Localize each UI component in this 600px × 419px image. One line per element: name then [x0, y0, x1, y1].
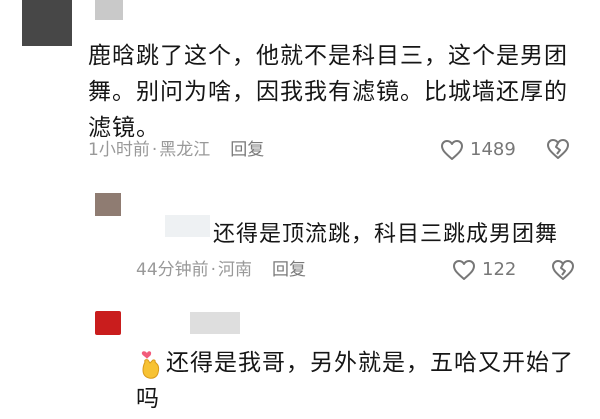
commenter-name-redacted[interactable]	[165, 215, 210, 237]
comment-time: 44分钟前	[136, 260, 209, 280]
comment-text: 鹿晗跳了这个，他就不是科目三，这个是男团舞。别问为啥，因我我有滤镜。比城墙还厚的…	[88, 43, 568, 141]
commenter-avatar[interactable]	[95, 311, 121, 335]
reply-button[interactable]: 回复	[230, 140, 264, 160]
commenter-name-redacted[interactable]	[95, 0, 123, 20]
like-button[interactable]: 122	[452, 258, 516, 282]
like-count: 122	[482, 259, 517, 280]
dislike-button[interactable]	[545, 137, 571, 161]
comment-text: 还得是顶流跳，科目三跳成男团舞	[213, 222, 559, 247]
like-count: 1489	[470, 139, 516, 160]
broken-heart-icon	[547, 139, 569, 159]
heart-outline-icon	[441, 140, 463, 160]
heart-outline-icon	[453, 260, 475, 280]
commenter-avatar[interactable]	[22, 0, 72, 46]
broken-heart-icon	[552, 260, 574, 280]
finger-heart-emoji-icon	[141, 351, 160, 379]
commenter-name-redacted[interactable]	[190, 312, 240, 334]
comment-time: 1小时前	[88, 140, 150, 160]
comment-meta: 1小时前 · 黑龙江 回复	[88, 140, 265, 160]
comment-text-continued: 吗	[136, 386, 160, 412]
commenter-avatar[interactable]	[95, 193, 121, 216]
dislike-button[interactable]	[550, 258, 576, 282]
reply-button[interactable]: 回复	[272, 260, 306, 280]
comment-location: 河南	[218, 260, 253, 280]
comment-meta: 44分钟前 · 河南 回复	[136, 260, 307, 280]
like-button[interactable]: 1489	[440, 138, 516, 162]
comment-location: 黑龙江	[159, 140, 211, 160]
comment-text: 还得是我哥，另外就是，五哈又开始了	[166, 350, 574, 376]
